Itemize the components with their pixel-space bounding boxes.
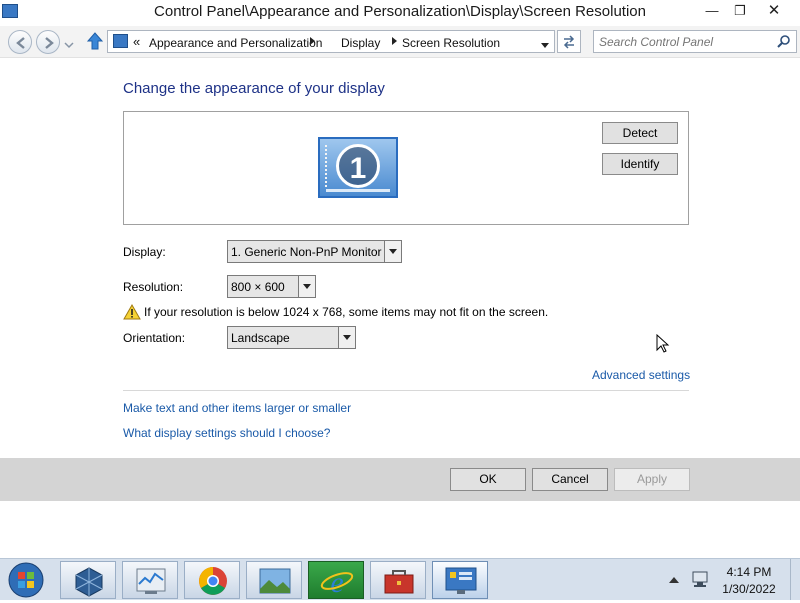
address-bar[interactable]: « Appearance and Personalization Display… xyxy=(107,30,555,53)
internet-explorer-icon: e xyxy=(320,566,354,599)
address-history-dropdown[interactable] xyxy=(540,39,550,48)
chevron-up-icon xyxy=(669,577,679,583)
back-button[interactable] xyxy=(8,30,32,54)
chevron-down-icon[interactable] xyxy=(338,327,355,348)
chevron-down-icon[interactable] xyxy=(384,241,401,262)
detect-button[interactable]: Detect xyxy=(602,122,678,144)
breadcrumb-display[interactable]: Display xyxy=(341,36,380,50)
text-size-link[interactable]: Make text and other items larger or smal… xyxy=(123,401,351,415)
monitor-number-badge: 1 xyxy=(336,144,380,188)
up-button[interactable] xyxy=(86,31,104,51)
orientation-label: Orientation: xyxy=(123,331,186,345)
page-title: Change the appearance of your display xyxy=(123,80,385,97)
clock-time[interactable]: 4:14 PM xyxy=(720,565,778,579)
taskbar: e 4:14 PM 1/30/2022 xyxy=(0,558,800,600)
refresh-icon xyxy=(563,35,575,49)
show-hidden-icons-button[interactable] xyxy=(668,574,680,584)
window-title: Control Panel\Appearance and Personaliza… xyxy=(154,3,646,20)
restore-button[interactable]: ❐ xyxy=(726,0,754,22)
show-desktop-button[interactable] xyxy=(790,559,800,600)
title-bar: Control Panel\Appearance and Personaliza… xyxy=(0,0,800,26)
ok-button[interactable]: OK xyxy=(450,468,526,491)
chevron-down-icon[interactable] xyxy=(298,276,315,297)
mouse-cursor-icon xyxy=(656,333,670,354)
virtualbox-icon xyxy=(75,567,103,597)
cancel-button[interactable]: Cancel xyxy=(532,468,608,491)
taskbar-resource-monitor[interactable] xyxy=(122,561,178,599)
forward-button[interactable] xyxy=(36,30,60,54)
forward-arrow-icon xyxy=(45,37,54,49)
toolbox-icon xyxy=(384,570,414,594)
warning-icon xyxy=(123,303,141,320)
breadcrumb-separator[interactable] xyxy=(310,37,315,45)
taskbar-toolbox[interactable] xyxy=(370,561,426,599)
monitor-1-icon[interactable]: 1 xyxy=(318,137,398,198)
photo-viewer-icon xyxy=(259,568,291,594)
divider xyxy=(123,390,689,391)
resolution-warning: If your resolution is below 1024 x 768, … xyxy=(144,305,549,319)
display-help-link[interactable]: What display settings should I choose? xyxy=(123,426,330,440)
taskbar-virtualbox[interactable] xyxy=(60,561,116,599)
network-tray-icon[interactable] xyxy=(690,570,710,588)
taskbar-control-panel[interactable] xyxy=(432,561,488,599)
apply-button[interactable]: Apply xyxy=(614,468,690,491)
svg-text:e: e xyxy=(330,566,343,599)
minimize-button[interactable]: — xyxy=(698,0,726,22)
search-input[interactable] xyxy=(597,33,769,50)
back-arrow-icon xyxy=(16,37,25,49)
breadcrumb-overflow[interactable]: « xyxy=(133,34,140,49)
display-preview: 1 Detect Identify xyxy=(123,111,689,225)
dialog-button-strip: OK Cancel Apply xyxy=(0,458,800,501)
control-panel-icon xyxy=(445,567,477,594)
up-arrow-icon xyxy=(86,32,104,50)
navigation-bar: « Appearance and Personalization Display… xyxy=(0,26,800,58)
close-button[interactable]: ✕ xyxy=(760,0,788,22)
breadcrumb-appearance[interactable]: Appearance and Personalization xyxy=(149,36,322,50)
start-button[interactable] xyxy=(4,561,48,599)
resolution-label: Resolution: xyxy=(123,280,184,294)
display-select[interactable]: 1. Generic Non-PnP Monitor xyxy=(227,240,402,263)
chrome-icon xyxy=(199,567,227,595)
taskbar-internet-explorer[interactable]: e xyxy=(308,561,364,599)
monitor-number: 1 xyxy=(349,152,367,185)
breadcrumb-separator[interactable] xyxy=(392,37,397,45)
network-icon xyxy=(692,571,708,587)
search-box[interactable] xyxy=(593,30,797,53)
display-label: Display: xyxy=(123,245,166,259)
address-location-icon xyxy=(113,34,128,48)
resolution-select-value: 800 × 600 xyxy=(231,280,285,294)
resolution-select[interactable]: 800 × 600 xyxy=(227,275,316,298)
breadcrumb-screen-resolution[interactable]: Screen Resolution xyxy=(402,36,500,50)
resource-monitor-icon xyxy=(136,568,166,594)
chevron-down-icon xyxy=(541,43,549,48)
orientation-select[interactable]: Landscape xyxy=(227,326,356,349)
orientation-select-value: Landscape xyxy=(231,331,290,345)
refresh-button[interactable] xyxy=(557,30,581,53)
clock-date[interactable]: 1/30/2022 xyxy=(718,582,780,596)
search-icon[interactable] xyxy=(776,34,792,50)
windows-logo-icon xyxy=(8,562,44,598)
taskbar-photos[interactable] xyxy=(246,561,302,599)
recent-pages-dropdown[interactable] xyxy=(64,38,74,49)
display-select-value: 1. Generic Non-PnP Monitor xyxy=(231,245,382,259)
chevron-down-icon xyxy=(64,42,74,49)
monitor-taskbar-detail xyxy=(326,189,390,192)
identify-button[interactable]: Identify xyxy=(602,153,678,175)
monitor-screen-detail xyxy=(325,145,329,187)
advanced-settings-link[interactable]: Advanced settings xyxy=(592,368,690,382)
taskbar-chrome[interactable] xyxy=(184,561,240,599)
